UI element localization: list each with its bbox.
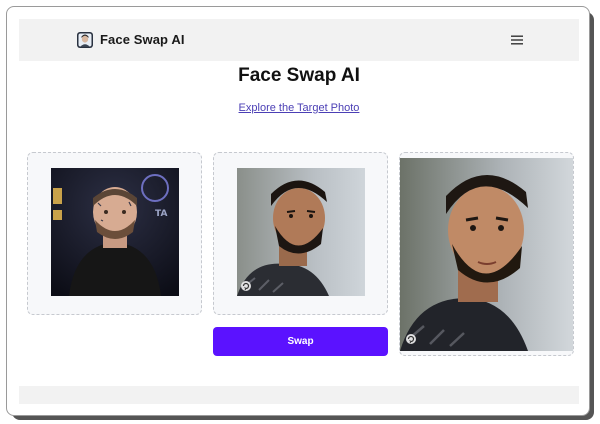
result-photo-slot (399, 152, 574, 356)
footer-bar (19, 386, 579, 404)
refresh-icon[interactable] (241, 281, 251, 291)
navbar: Face Swap AI (19, 19, 579, 61)
source-face-upload-slot[interactable]: TA (27, 152, 202, 315)
refresh-icon[interactable] (406, 334, 416, 344)
page-title: Face Swap AI (238, 65, 360, 86)
brand-title[interactable]: Face Swap AI (100, 31, 185, 49)
explore-target-photo-link[interactable]: Explore the Target Photo (7, 101, 589, 115)
result-photo (400, 158, 573, 351)
svg-text:TA: TA (155, 209, 167, 219)
source-face-photo: TA (51, 168, 179, 296)
target-photo-upload-slot[interactable] (213, 152, 388, 315)
target-photo (237, 168, 365, 296)
browser-window: Face Swap AI Face Swap AI Explore the Ta… (6, 6, 590, 416)
hamburger-menu-icon[interactable] (510, 34, 524, 46)
swap-button[interactable]: Swap (213, 327, 388, 356)
logo-icon (77, 32, 93, 48)
